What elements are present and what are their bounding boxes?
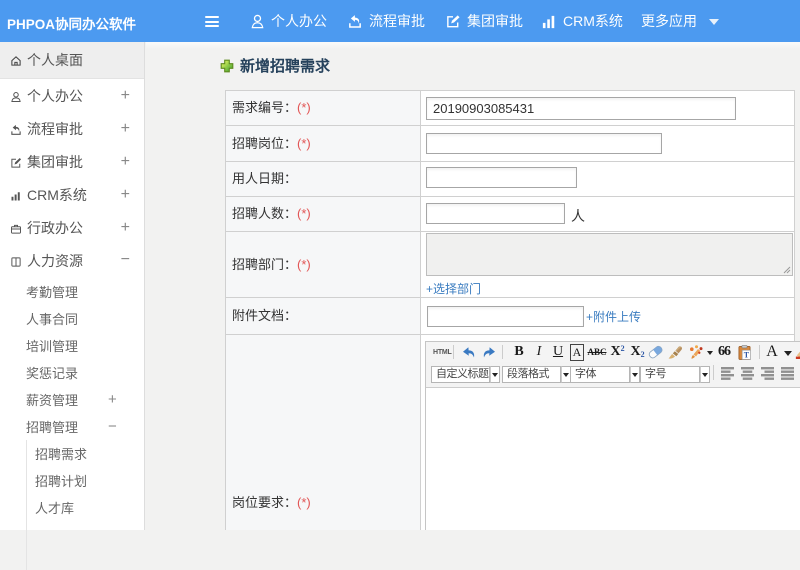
svg-text:T: T bbox=[744, 350, 750, 359]
